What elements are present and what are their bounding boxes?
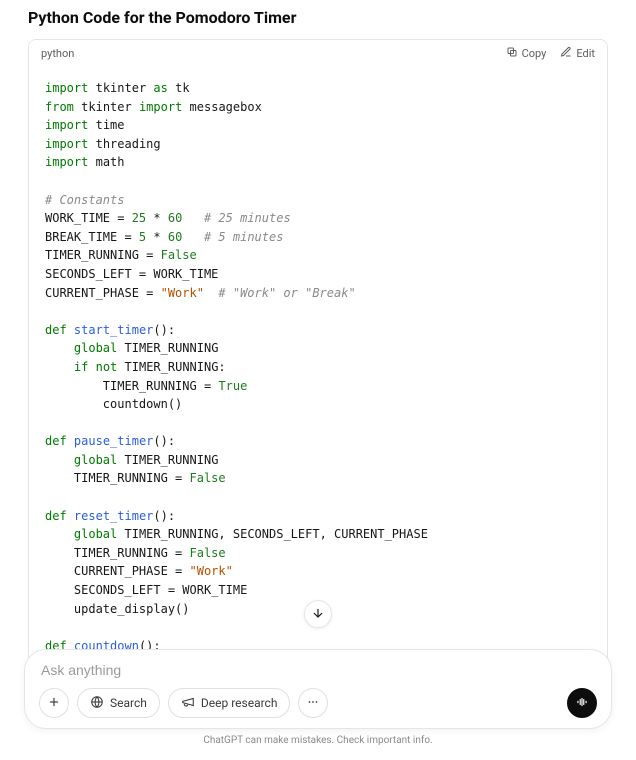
edit-icon — [560, 46, 572, 61]
search-tool-label: Search — [110, 696, 147, 710]
message-input[interactable] — [39, 660, 597, 688]
code-block: python Copy Edit import tkinter as tk fr… — [28, 39, 608, 691]
waveform-icon — [575, 694, 589, 713]
copy-label: Copy — [522, 47, 547, 60]
voice-mode-button[interactable] — [567, 688, 597, 718]
disclaimer-text: ChatGPT can make mistakes. Check importa… — [24, 735, 612, 746]
copy-icon — [506, 46, 518, 61]
more-tools-button[interactable] — [298, 688, 328, 718]
add-attachment-button[interactable] — [39, 688, 69, 718]
scroll-to-bottom-button[interactable] — [304, 600, 332, 628]
search-tool-button[interactable]: Search — [77, 688, 160, 718]
composer: Search Deep research — [24, 649, 612, 729]
deep-research-label: Deep research — [201, 696, 278, 710]
code-language-label: python — [41, 47, 74, 60]
edit-label: Edit — [576, 47, 595, 60]
deep-research-button[interactable]: Deep research — [168, 688, 291, 718]
copy-button[interactable]: Copy — [506, 46, 547, 61]
plus-icon — [47, 694, 61, 713]
code-header: python Copy Edit — [29, 40, 607, 67]
edit-button[interactable]: Edit — [560, 46, 595, 61]
telescope-icon — [181, 695, 195, 712]
code-content[interactable]: import tkinter as tk from tkinter import… — [29, 67, 607, 690]
globe-icon — [90, 695, 104, 712]
ellipsis-icon — [306, 694, 320, 713]
section-heading: Python Code for the Pomodoro Timer — [28, 8, 608, 27]
arrow-down-icon — [311, 605, 325, 624]
